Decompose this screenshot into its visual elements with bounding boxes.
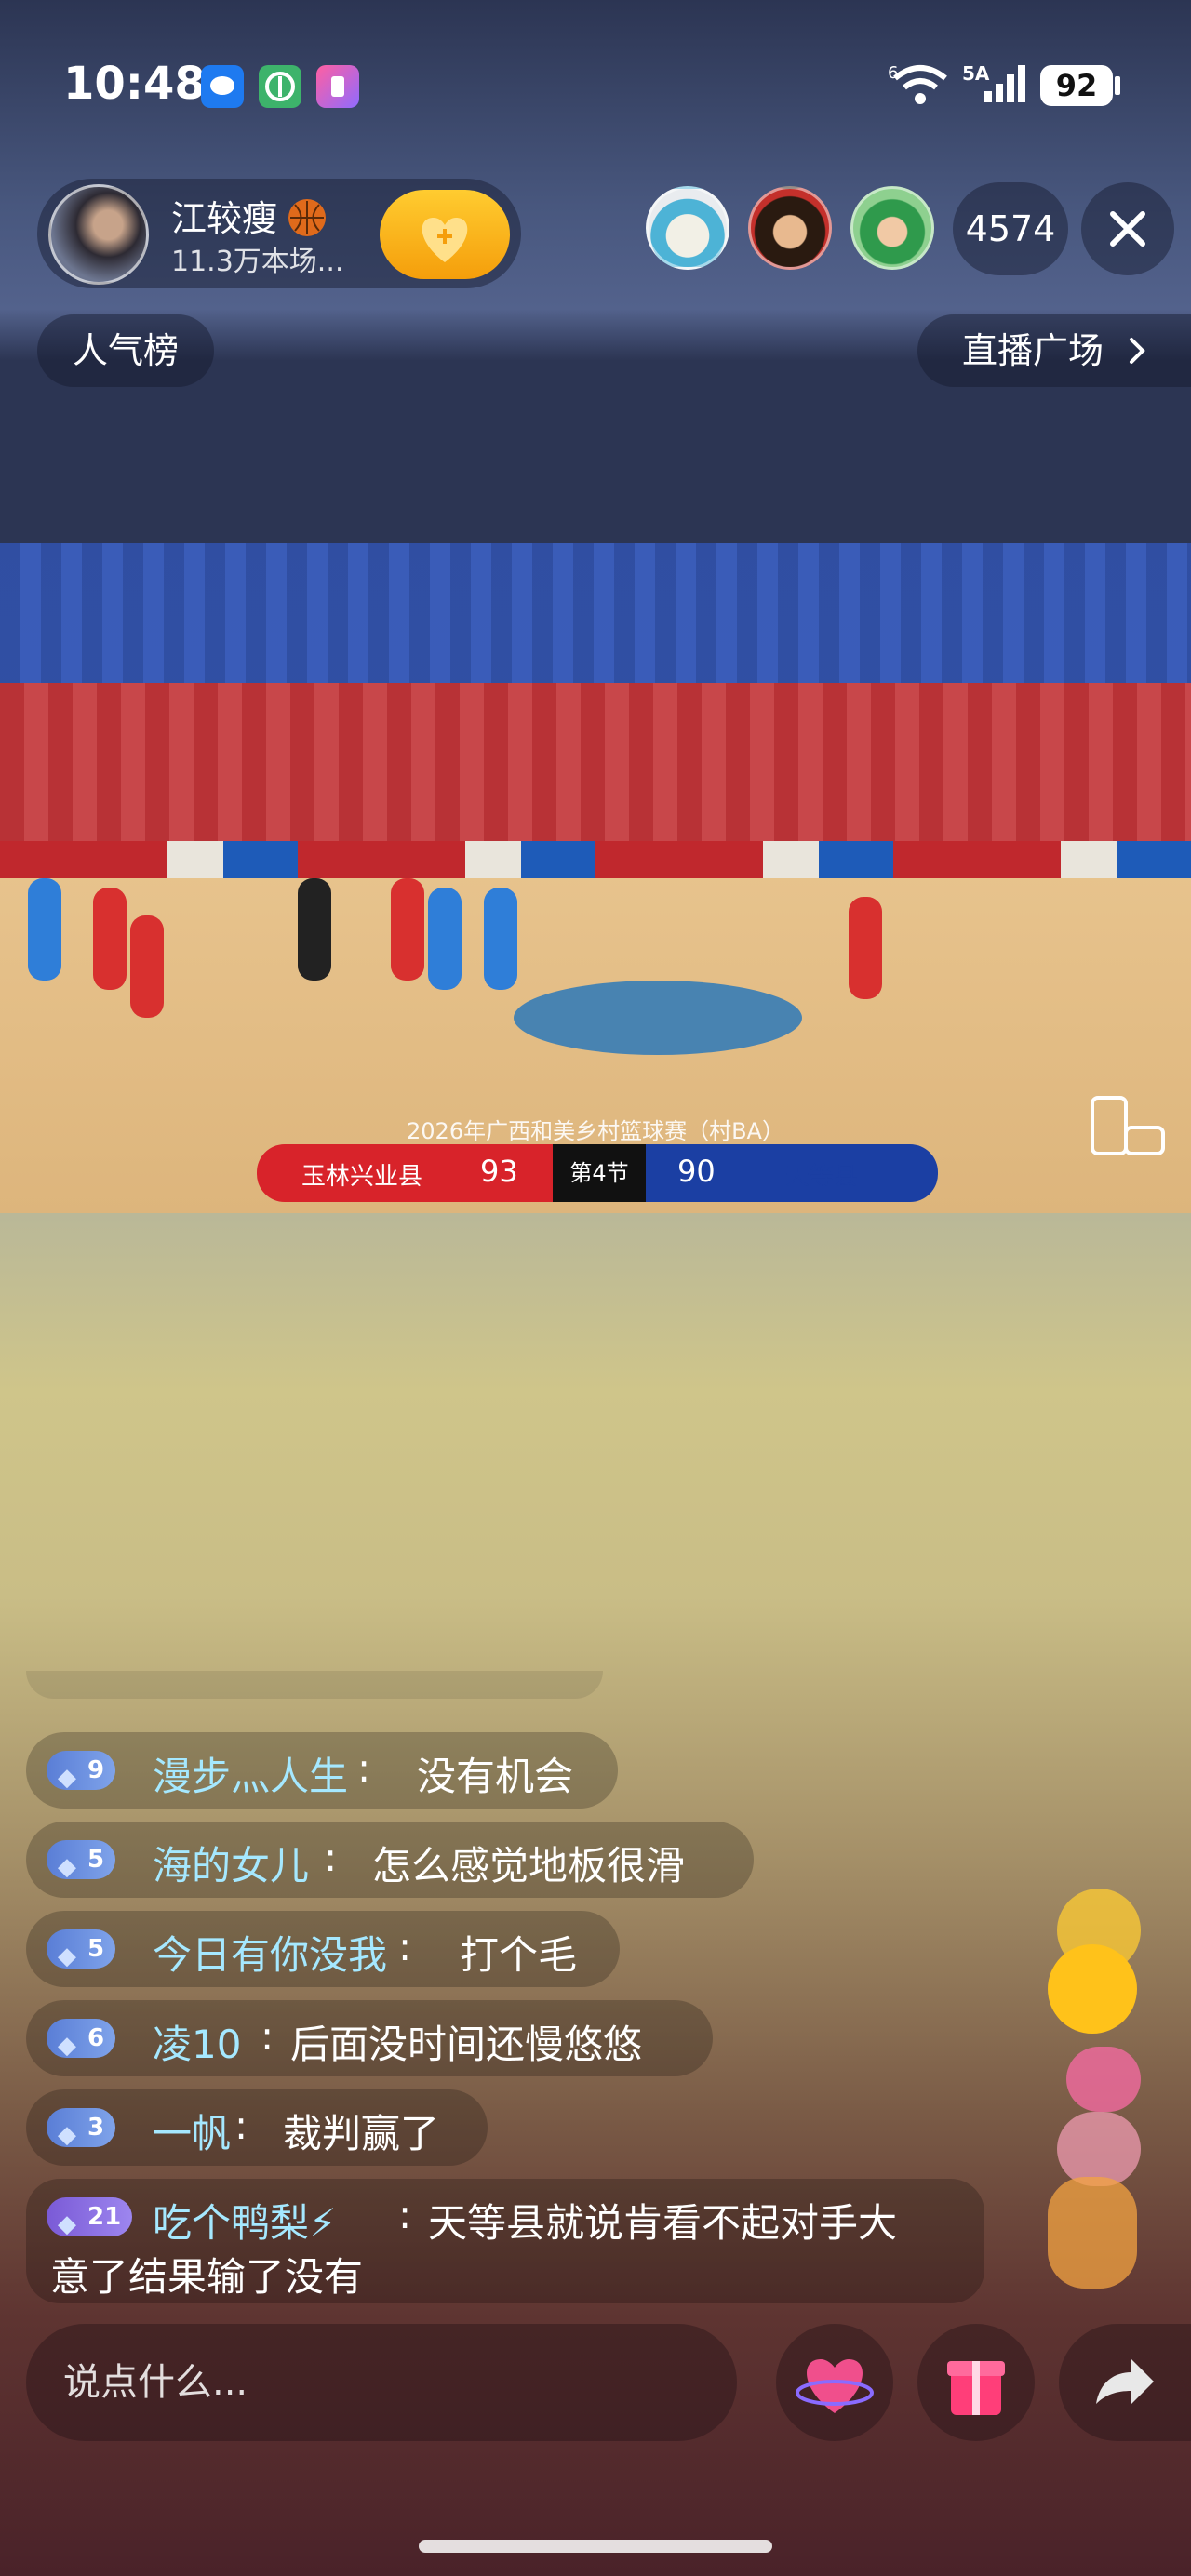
comment-text: 天等县就说肯看不起对手大 xyxy=(428,2200,898,2246)
comment-username[interactable]: 今日有你没我 xyxy=(153,1924,387,1981)
comment-username[interactable]: 凌10 xyxy=(153,2013,241,2070)
status-bar: 10:48 6 5A 92 xyxy=(0,0,1191,177)
home-team-name: 玉林兴业县 xyxy=(301,1163,423,1191)
comment-item[interactable]: ◆ 5 海的女儿 : 怎么感觉地板很滑 xyxy=(26,1822,754,1898)
viewer-count[interactable]: 4574 xyxy=(953,182,1068,275)
diamond-icon: ◆ xyxy=(58,1853,76,1881)
battery-icon: 92 xyxy=(1040,65,1113,106)
heart-plus-icon xyxy=(422,218,468,262)
laughing-emoji-icon xyxy=(1048,1944,1137,2034)
anchor-name[interactable]: 江较瘦 xyxy=(171,190,327,241)
level-badge: ◆ 5 xyxy=(47,1929,116,1970)
home-team-score: 93 xyxy=(480,1154,518,1189)
close-button[interactable] xyxy=(1081,182,1174,275)
hand-reaction-icon xyxy=(1048,2177,1137,2289)
app-notification-icon xyxy=(316,65,359,108)
event-title: 2026年广西和美乡村篮球赛（村BA） xyxy=(407,1118,784,1144)
floating-reactions xyxy=(1038,1879,1178,2307)
signal-net-label: 5A xyxy=(962,62,990,85)
level-number: 5 xyxy=(87,1846,105,1874)
chevron-right-icon xyxy=(1128,317,1146,390)
comment-text: 怎么感觉地板很滑 xyxy=(372,1843,686,1889)
stands-lower xyxy=(0,683,1191,850)
heart-reaction-icon xyxy=(1057,2112,1141,2186)
live-plaza-label: 直播广场 xyxy=(961,330,1104,371)
like-button[interactable] xyxy=(776,2324,893,2441)
popularity-rank-button[interactable]: 人气榜 xyxy=(37,314,214,387)
anchor-name-text: 江较瘦 xyxy=(171,198,278,239)
level-badge: ◆ 5 xyxy=(47,1840,116,1881)
comment-colon: : xyxy=(398,1924,412,1969)
comment-username[interactable]: 吃个鸭梨⚡ xyxy=(153,2192,337,2249)
follow-button[interactable] xyxy=(380,190,510,279)
battery-tip xyxy=(1115,76,1120,95)
comment-text-line2: 意了结果输了没有 xyxy=(50,2254,364,2300)
level-badge: ◆ 21 xyxy=(47,2197,133,2238)
comment-username[interactable]: 漫步灬人生 xyxy=(153,1745,348,1802)
viewer-avatar-3[interactable] xyxy=(850,186,934,270)
basketball-icon xyxy=(288,199,327,236)
comment-text: 后面没时间还慢悠悠 xyxy=(290,2022,643,2067)
away-team-name: 天等县 xyxy=(785,1163,859,1191)
diamond-icon: ◆ xyxy=(58,1764,76,1792)
comment-colon: : xyxy=(324,1835,338,1880)
gift-button[interactable] xyxy=(917,2324,1035,2441)
viewer-avatar-1[interactable] xyxy=(646,186,729,270)
comment-text: 裁判赢了 xyxy=(283,2111,440,2156)
level-number: 21 xyxy=(87,2203,122,2231)
live-plaza-button[interactable]: 直播广场 xyxy=(917,314,1191,387)
diamond-icon: ◆ xyxy=(58,2210,76,2238)
comment-input[interactable]: 说点什么... xyxy=(26,2324,737,2441)
close-icon xyxy=(1110,211,1145,247)
live-video[interactable]: 2026年广西和美乡村篮球赛（村BA） 玉林兴业县 93 第4节 90 天等县 xyxy=(0,543,1191,1213)
away-team-score: 90 xyxy=(677,1154,716,1189)
rotate-screen-icon[interactable] xyxy=(1089,1094,1167,1159)
comment-item[interactable]: ◆ 5 今日有你没我 : 打个毛 xyxy=(26,1911,620,1987)
diamond-icon: ◆ xyxy=(58,1942,76,1970)
game-period: 第4节 xyxy=(553,1144,646,1202)
comment-username[interactable]: 海的女儿 xyxy=(153,1835,309,1891)
viewer-avatar-2[interactable] xyxy=(748,186,832,270)
bank-app-icon xyxy=(259,65,301,108)
comment-colon: : xyxy=(261,2013,274,2059)
gift-icon xyxy=(947,2361,1005,2415)
status-time: 10:48 xyxy=(63,58,206,110)
share-icon xyxy=(1096,2359,1154,2404)
comment-item[interactable]: ◆ 21 吃个鸭梨⚡ : 天等县就说肯看不起对手大 意了结果输了没有 xyxy=(26,2179,984,2303)
anchor-avatar[interactable] xyxy=(48,184,149,285)
comment-username[interactable]: 一帆 xyxy=(153,2102,231,2159)
faded-comment xyxy=(26,1671,603,1699)
level-badge: ◆ 6 xyxy=(47,2019,116,2060)
away-team-panel: 90 天等县 xyxy=(646,1144,938,1202)
comment-text: 打个毛 xyxy=(460,1932,578,1978)
heart-icon xyxy=(796,2359,874,2413)
comment-item[interactable]: ◆ 9 漫步灬人生 : 没有机会 xyxy=(26,1732,618,1809)
home-indicator[interactable] xyxy=(419,2540,772,2553)
level-number: 3 xyxy=(87,2114,105,2142)
comment-item[interactable]: ◆ 6 凌10 : 后面没时间还慢悠悠 xyxy=(26,2000,713,2076)
level-badge: ◆ 3 xyxy=(47,2108,116,2149)
comment-colon: : xyxy=(398,2192,412,2237)
anchor-subtitle: 11.3万本场... xyxy=(171,246,344,278)
comment-colon: : xyxy=(234,2102,248,2148)
message-app-icon xyxy=(201,65,244,108)
wifi-net-label: 6 xyxy=(888,63,898,83)
wifi-icon: 6 xyxy=(888,61,953,112)
comment-colon: : xyxy=(357,1745,371,1791)
level-number: 9 xyxy=(87,1756,105,1784)
players xyxy=(0,860,1191,1120)
level-number: 6 xyxy=(87,2024,105,2052)
level-badge: ◆ 9 xyxy=(47,1751,116,1792)
home-team-panel: 玉林兴业县 93 xyxy=(257,1144,553,1202)
diamond-icon: ◆ xyxy=(58,2121,76,2149)
diamond-icon: ◆ xyxy=(58,2032,76,2060)
comment-item[interactable]: ◆ 3 一帆 : 裁判赢了 xyxy=(26,2089,488,2166)
share-button[interactable] xyxy=(1059,2324,1191,2441)
comment-text: 没有机会 xyxy=(417,1754,574,1799)
stands-upper xyxy=(0,543,1191,683)
level-number: 5 xyxy=(87,1935,105,1963)
signal-icon: 5A xyxy=(962,61,1027,112)
heart-reaction-icon xyxy=(1066,2047,1141,2112)
